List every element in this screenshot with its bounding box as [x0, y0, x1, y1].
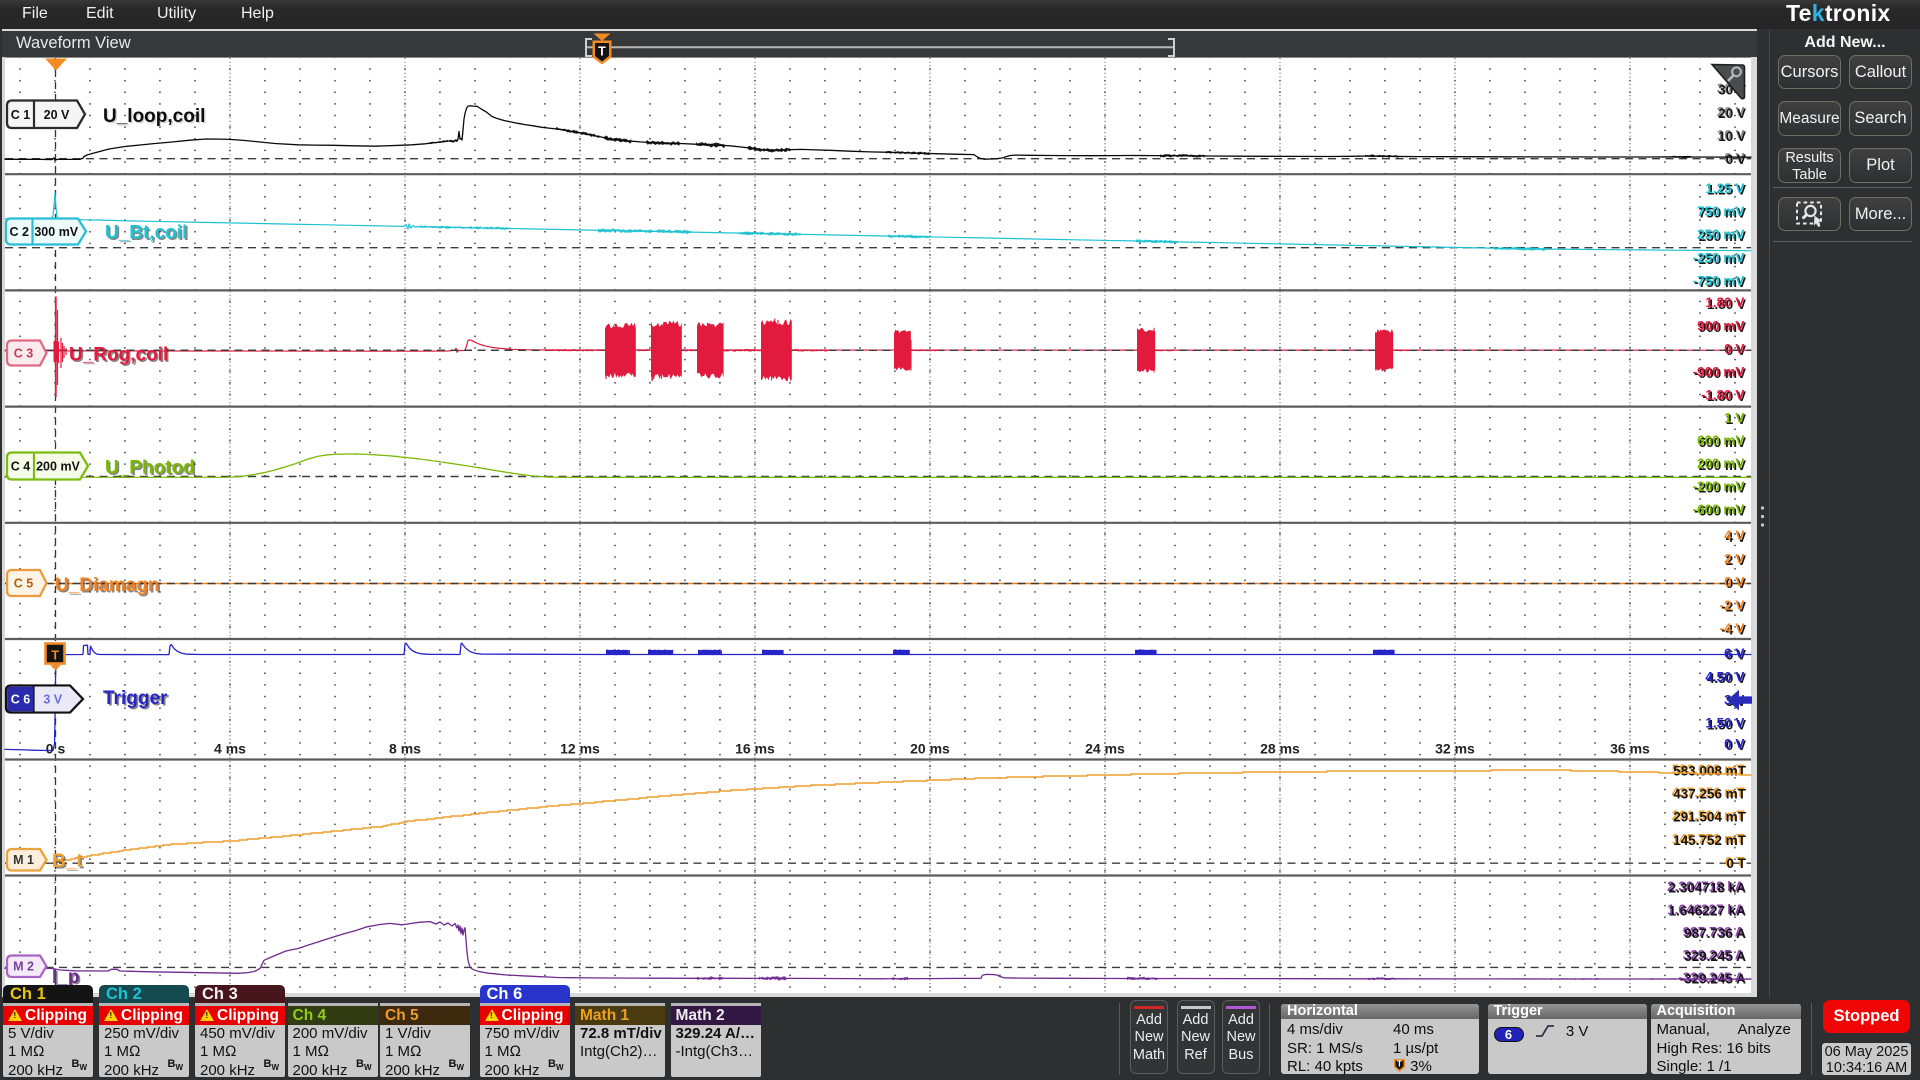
svg-text:32 ms: 32 ms	[1435, 741, 1475, 757]
svg-text:600 mV: 600 mV	[1697, 433, 1744, 448]
svg-text:C 2: C 2	[10, 225, 30, 239]
svg-text:437.256 mT: 437.256 mT	[1673, 787, 1747, 802]
svg-text:28 ms: 28 ms	[1260, 741, 1300, 757]
svg-text:-2 V: -2 V	[1720, 598, 1745, 613]
svg-text:0 V: 0 V	[1726, 152, 1746, 167]
svg-text:-1.80 V: -1.80 V	[1701, 388, 1745, 403]
svg-text:750 mV: 750 mV	[1697, 204, 1744, 219]
svg-text:C 1: C 1	[11, 108, 31, 122]
svg-text:200 mV: 200 mV	[1697, 456, 1744, 471]
svg-text:-4 V: -4 V	[1720, 621, 1745, 636]
svg-text:U_Bt,coil: U_Bt,coil	[105, 223, 187, 244]
svg-text:T: T	[51, 649, 59, 663]
svg-text:3 V: 3 V	[43, 693, 62, 707]
svg-text:12 ms: 12 ms	[560, 741, 600, 757]
svg-text:C 5: C 5	[14, 576, 34, 590]
svg-text:36 ms: 36 ms	[1610, 741, 1650, 757]
svg-text:291.504 mT: 291.504 mT	[1673, 810, 1747, 825]
svg-text:-750 mV: -750 mV	[1693, 274, 1745, 289]
svg-text:Trigger: Trigger	[103, 688, 168, 709]
svg-text:1.646227 kA: 1.646227 kA	[1669, 903, 1747, 918]
svg-text:C 4: C 4	[11, 460, 31, 474]
svg-text:20 V: 20 V	[1718, 106, 1746, 121]
svg-text:4 ms: 4 ms	[214, 741, 246, 757]
svg-text:M 2: M 2	[13, 960, 34, 974]
svg-text:20 V: 20 V	[44, 108, 70, 122]
svg-text:0 V: 0 V	[1724, 575, 1744, 590]
svg-text:16 ms: 16 ms	[735, 741, 775, 757]
svg-text:20 ms: 20 ms	[910, 741, 950, 757]
svg-text:0 s: 0 s	[46, 741, 66, 757]
svg-text:U_Diamagn: U_Diamagn	[55, 575, 160, 596]
svg-text:900 mV: 900 mV	[1697, 318, 1744, 333]
svg-text:145.752 mT: 145.752 mT	[1673, 833, 1747, 848]
svg-text:583.008 mT: 583.008 mT	[1673, 764, 1747, 779]
svg-text:0 T: 0 T	[1726, 856, 1746, 871]
svg-text:T: T	[1397, 1060, 1402, 1069]
svg-text:-200 mV: -200 mV	[1693, 479, 1745, 494]
svg-text:0 V: 0 V	[1724, 341, 1744, 356]
svg-text:1 V: 1 V	[1724, 410, 1744, 425]
svg-text:1.50 V: 1.50 V	[1705, 716, 1744, 731]
svg-text:-600 mV: -600 mV	[1693, 502, 1745, 517]
svg-text:1.80 V: 1.80 V	[1705, 295, 1744, 310]
svg-text:8 ms: 8 ms	[389, 741, 421, 757]
svg-text:-250 mV: -250 mV	[1693, 250, 1745, 265]
svg-text:250 mV: 250 mV	[1697, 227, 1744, 242]
svg-text:6 V: 6 V	[1724, 646, 1744, 661]
svg-text:10 V: 10 V	[1718, 129, 1746, 144]
svg-text:M 1: M 1	[13, 853, 34, 867]
svg-text:-900 mV: -900 mV	[1693, 365, 1745, 380]
svg-text:2 V: 2 V	[1724, 551, 1744, 566]
svg-text:T: T	[598, 45, 606, 59]
svg-text:1.25 V: 1.25 V	[1705, 181, 1744, 196]
svg-text:U_loop,coil: U_loop,coil	[103, 106, 205, 127]
svg-text:U_Rog,coil: U_Rog,coil	[69, 345, 168, 366]
svg-text:4 V: 4 V	[1724, 528, 1744, 543]
svg-text:24 ms: 24 ms	[1085, 741, 1125, 757]
svg-text:987.736 A: 987.736 A	[1684, 926, 1746, 941]
svg-text:C 3: C 3	[14, 346, 34, 360]
svg-text:2.304718 kA: 2.304718 kA	[1669, 881, 1747, 896]
svg-text:C 6: C 6	[11, 693, 31, 707]
svg-text:B_t: B_t	[52, 851, 83, 872]
svg-text:300 mV: 300 mV	[34, 225, 78, 239]
svg-text:200 mV: 200 mV	[36, 460, 80, 474]
svg-text:0 V: 0 V	[1724, 737, 1744, 752]
svg-text:329.245 A: 329.245 A	[1684, 949, 1746, 964]
svg-text:4.50 V: 4.50 V	[1705, 669, 1744, 684]
svg-text:U_Photod: U_Photod	[105, 458, 195, 479]
